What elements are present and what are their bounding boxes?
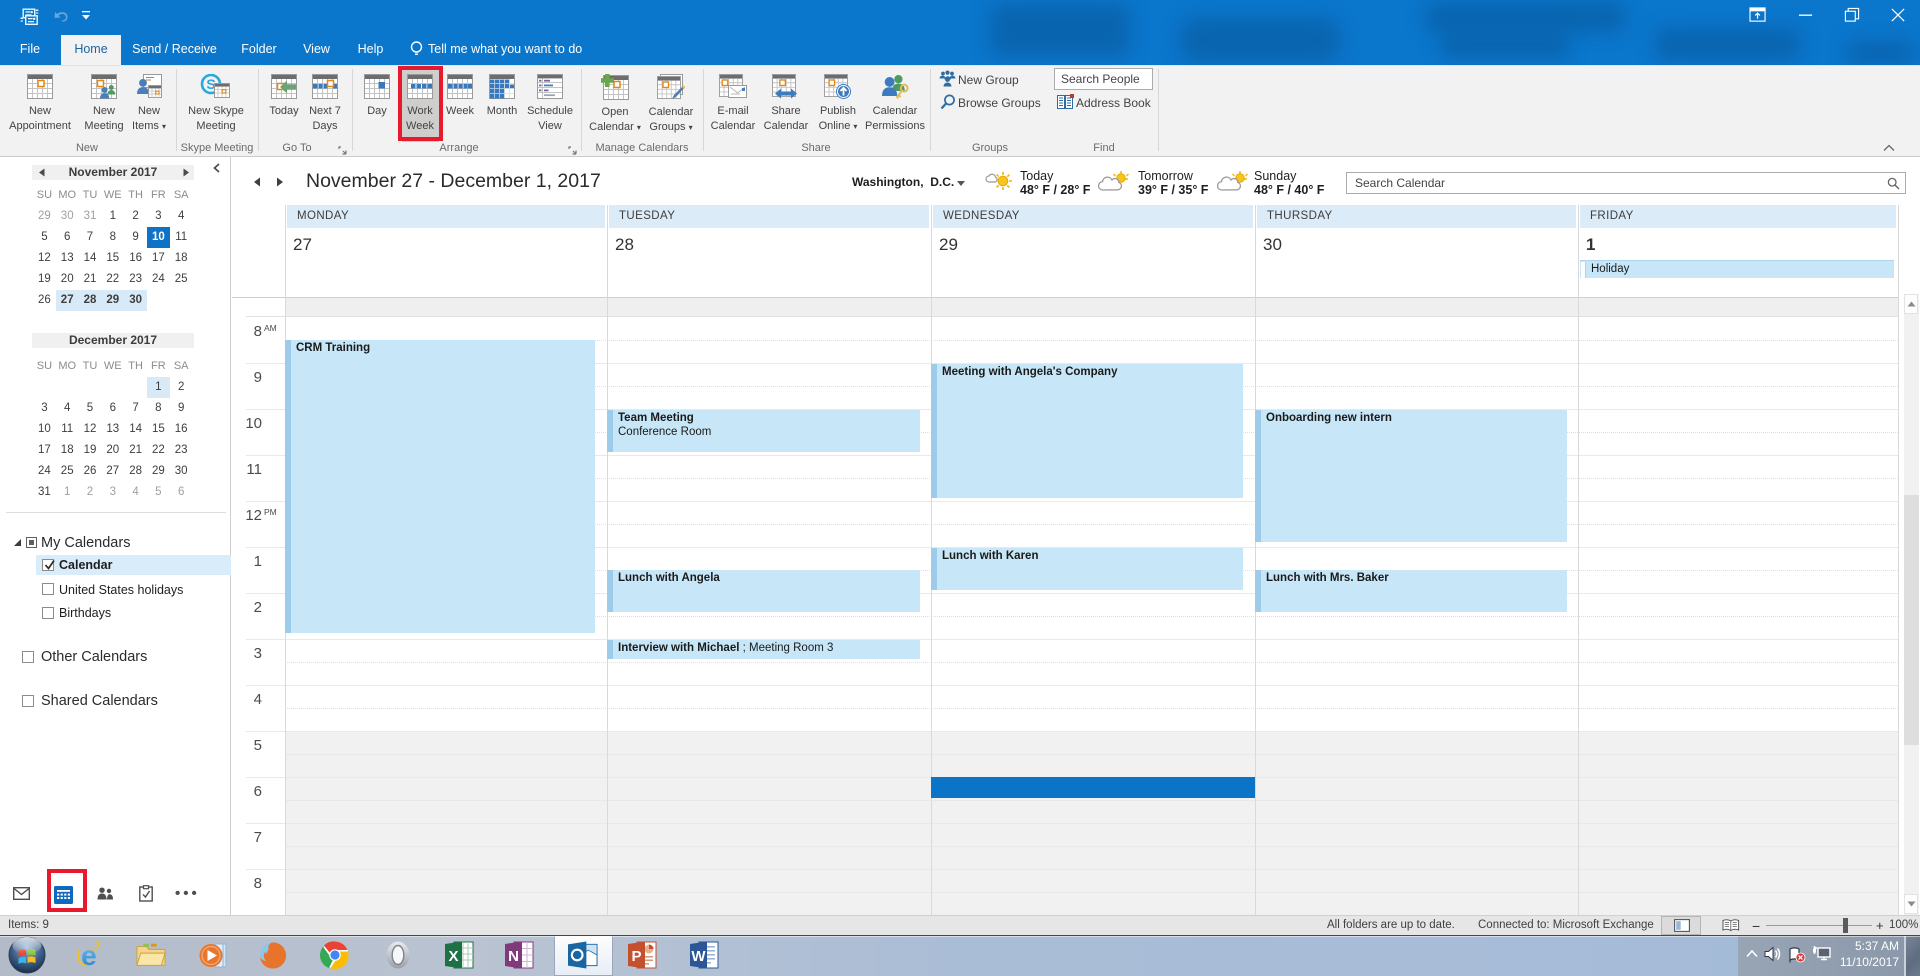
svg-text:X: X (448, 948, 458, 965)
svg-text:P: P (631, 948, 641, 965)
svg-text:W: W (691, 948, 706, 965)
svg-text:N: N (508, 948, 519, 965)
